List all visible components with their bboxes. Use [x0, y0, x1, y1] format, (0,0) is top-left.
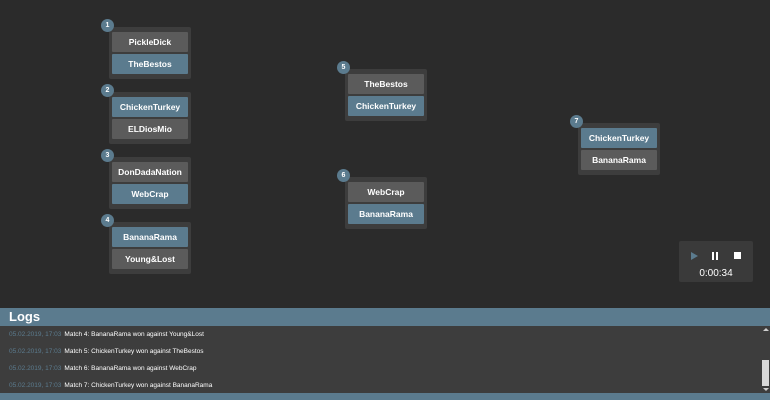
- log-timestamp: 05.02.2019, 17:03: [9, 365, 62, 372]
- team-slot-winner[interactable]: ChickenTurkey: [112, 97, 188, 117]
- logs-scrollbar[interactable]: [761, 326, 770, 393]
- log-message: Match 7: ChickenTurkey won against Banan…: [64, 382, 213, 389]
- team-slot-winner[interactable]: BananaRama: [112, 227, 188, 247]
- log-message: Match 5: ChickenTurkey won against TheBe…: [64, 348, 204, 355]
- log-entry: 05.02.2019, 17:03 Match 5: ChickenTurkey …: [9, 348, 204, 355]
- team-slot[interactable]: PickleDick: [112, 32, 188, 52]
- match-1: 1 PickleDick TheBestos: [101, 19, 191, 79]
- match-5: 5 TheBestos ChickenTurkey: [337, 61, 427, 121]
- team-slot-winner[interactable]: ChickenTurkey: [348, 96, 424, 116]
- scroll-up-icon[interactable]: [763, 328, 769, 331]
- team-slot[interactable]: TheBestos: [348, 74, 424, 94]
- match-number-badge: 4: [101, 214, 114, 227]
- log-timestamp: 05.02.2019, 17:03: [9, 382, 62, 389]
- team-slot-winner[interactable]: WebCrap: [112, 184, 188, 204]
- logs-list[interactable]: 05.02.2019, 17:03 Match 4: BananaRama won…: [0, 326, 770, 393]
- log-timestamp: 05.02.2019, 17:03: [9, 348, 62, 355]
- match-number-badge: 5: [337, 61, 350, 74]
- team-slot[interactable]: ELDiosMio: [112, 119, 188, 139]
- scroll-thumb[interactable]: [762, 360, 769, 386]
- playback-timer: 0:00:34: [699, 268, 733, 279]
- stop-icon[interactable]: [733, 251, 743, 261]
- match-7: 7 ChickenTurkey BananaRama: [570, 115, 660, 175]
- team-slot-winner[interactable]: TheBestos: [112, 54, 188, 74]
- match-6: 6 WebCrap BananaRama: [337, 169, 427, 229]
- team-slot[interactable]: Young&Lost: [112, 249, 188, 269]
- match-number-badge: 1: [101, 19, 114, 32]
- team-slot[interactable]: WebCrap: [348, 182, 424, 202]
- team-slot-winner[interactable]: ChickenTurkey: [581, 128, 657, 148]
- match-2: 2 ChickenTurkey ELDiosMio: [101, 84, 191, 144]
- match-4: 4 BananaRama Young&Lost: [101, 214, 191, 274]
- match-number-badge: 3: [101, 149, 114, 162]
- log-entry: 05.02.2019, 17:03 Match 4: BananaRama won…: [9, 331, 204, 338]
- match-number-badge: 7: [570, 115, 583, 128]
- log-entry: 05.02.2019, 17:03 Match 6: BananaRama won…: [9, 365, 197, 372]
- team-slot-winner[interactable]: BananaRama: [348, 204, 424, 224]
- match-3: 3 DonDadaNation WebCrap: [101, 149, 191, 209]
- log-timestamp: 05.02.2019, 17:03: [9, 331, 62, 338]
- tournament-bracket: 1 PickleDick TheBestos 2 ChickenTurkey E…: [0, 0, 770, 308]
- log-message: Match 4: BananaRama won against Young&Lo…: [64, 331, 204, 338]
- bottom-bar: [0, 393, 770, 400]
- scroll-down-icon[interactable]: [763, 388, 769, 391]
- play-icon[interactable]: [690, 251, 700, 261]
- pause-icon[interactable]: [711, 251, 721, 261]
- match-number-badge: 6: [337, 169, 350, 182]
- playback-controls: 0:00:34: [679, 241, 753, 282]
- team-slot[interactable]: DonDadaNation: [112, 162, 188, 182]
- logs-title: Logs: [0, 308, 770, 326]
- team-slot[interactable]: BananaRama: [581, 150, 657, 170]
- log-message: Match 6: BananaRama won against WebCrap: [64, 365, 197, 372]
- log-entry: 05.02.2019, 17:03 Match 7: ChickenTurkey …: [9, 382, 212, 389]
- match-number-badge: 2: [101, 84, 114, 97]
